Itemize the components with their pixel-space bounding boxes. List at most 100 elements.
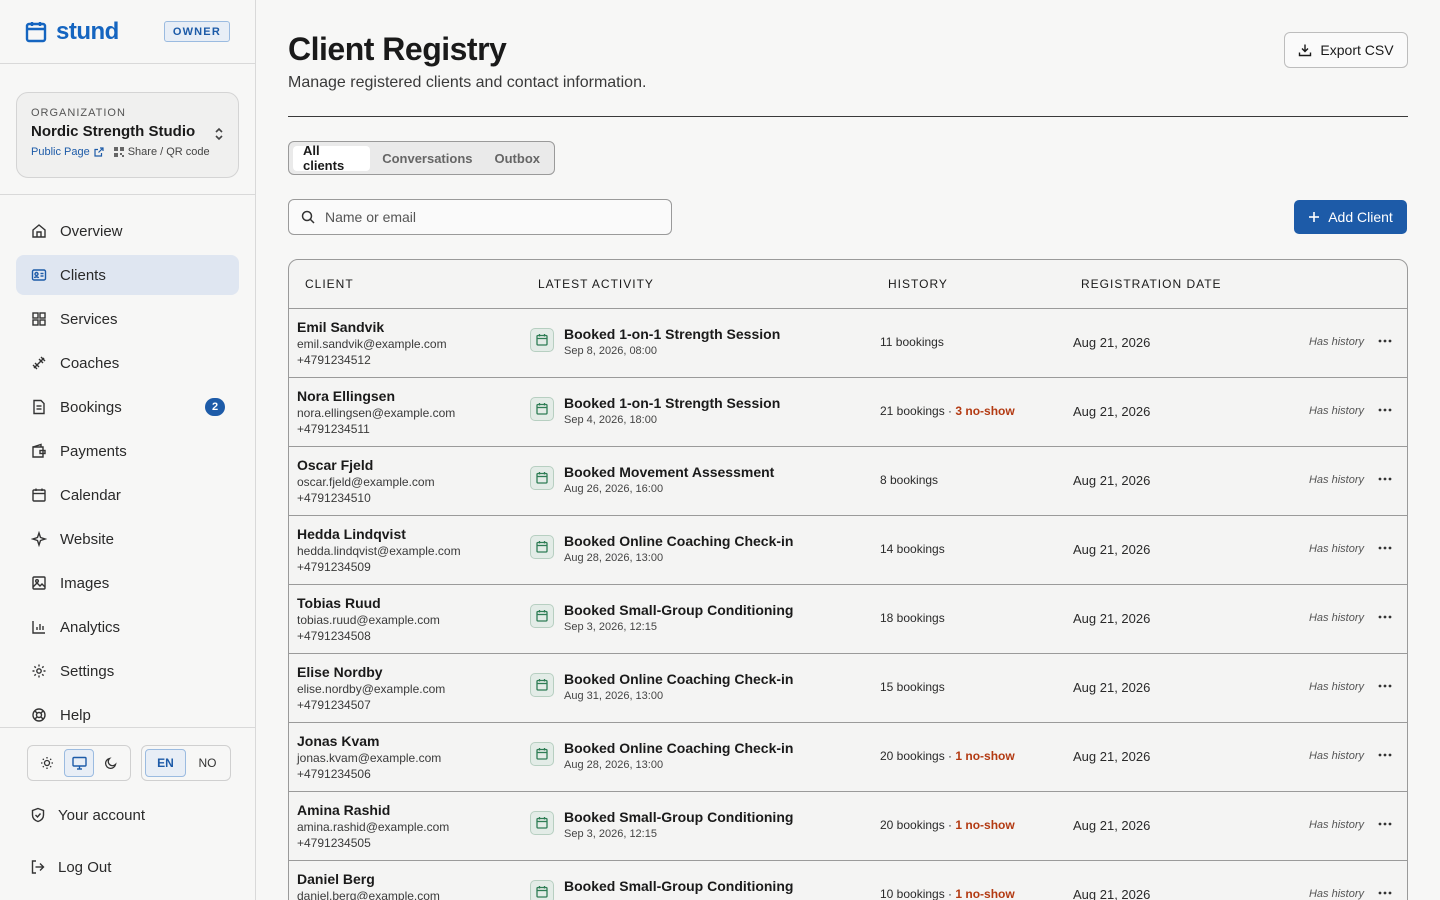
client-name[interactable]: Hedda Lindqvist [297, 526, 461, 542]
client-name[interactable]: Daniel Berg [297, 871, 440, 887]
table-row[interactable]: Hedda Lindqvist hedda.lindqvist@example.c… [289, 516, 1407, 585]
export-csv-button[interactable]: Export CSV [1284, 32, 1408, 68]
sidebar-item-label: Bookings [60, 398, 122, 416]
client-name[interactable]: Emil Sandvik [297, 319, 447, 335]
more-options-icon[interactable] [1375, 469, 1395, 489]
sidebar-nav: Overview Clients Services Coaches Bookin… [0, 195, 255, 735]
more-options-icon[interactable] [1375, 607, 1395, 627]
client-cell: Emil Sandvik emil.sandvik@example.com +479… [297, 319, 447, 367]
col-registration-date[interactable]: REGISTRATION DATE [1081, 277, 1222, 291]
latest-activity-cell: Booked Small-Group Conditioning [564, 878, 793, 897]
client-cell: Elise Nordby elise.nordby@example.com +479… [297, 664, 445, 712]
public-page-link[interactable]: Public Page [31, 146, 104, 158]
log-out-link[interactable]: Log Out [0, 855, 255, 879]
share-qr-link[interactable]: Share / QR code [113, 146, 210, 158]
view-tabs: All clients Conversations Outbox [288, 141, 555, 175]
tab-outbox[interactable]: Outbox [485, 146, 551, 171]
registration-date: Aug 21, 2026 [1073, 542, 1151, 557]
qr-code-icon [113, 147, 124, 157]
table-row[interactable]: Nora Ellingsen nora.ellingsen@example.com… [289, 378, 1407, 447]
sidebar-item-bookings[interactable]: Bookings 2 [16, 387, 239, 427]
sidebar-item-analytics[interactable]: Analytics [16, 607, 239, 647]
more-options-icon[interactable] [1375, 745, 1395, 765]
registration-date: Aug 21, 2026 [1073, 680, 1151, 695]
tab-all-clients[interactable]: All clients [293, 143, 371, 173]
more-options-icon[interactable] [1375, 676, 1395, 696]
client-name[interactable]: Nora Ellingsen [297, 388, 455, 404]
sidebar-item-settings[interactable]: Settings [16, 651, 239, 691]
search-input[interactable] [325, 209, 659, 225]
moon-icon[interactable] [96, 749, 126, 777]
sidebar-item-clients[interactable]: Clients [16, 255, 239, 295]
sidebar-item-calendar[interactable]: Calendar [16, 475, 239, 515]
page-subtitle: Manage registered clients and contact in… [288, 74, 647, 91]
activity-title: Booked Online Coaching Check-in [564, 671, 794, 687]
lang-no-button[interactable]: NO [188, 749, 227, 777]
client-phone: +4791234511 [297, 422, 370, 436]
more-options-icon[interactable] [1375, 331, 1395, 351]
more-options-icon[interactable] [1375, 883, 1395, 900]
sidebar-item-payments[interactable]: Payments [16, 431, 239, 471]
share-label: Share / QR code [127, 146, 210, 158]
table-row[interactable]: Jonas Kvam jonas.kvam@example.com +4791234… [289, 723, 1407, 792]
sidebar-item-overview[interactable]: Overview [16, 211, 239, 251]
lang-en-button[interactable]: EN [145, 749, 186, 777]
client-cell: Tobias Ruud tobias.ruud@example.com +47912… [297, 595, 440, 643]
monitor-icon[interactable] [64, 749, 94, 777]
col-latest-activity[interactable]: LATEST ACTIVITY [538, 277, 654, 291]
sidebar-item-label: Coaches [60, 354, 120, 372]
header-divider [288, 116, 1408, 117]
log-out-icon [31, 860, 45, 874]
latest-activity-cell: Booked Movement Assessment Aug 26, 2026, … [564, 464, 774, 495]
sidebar-item-coaches[interactable]: Coaches [16, 343, 239, 383]
registration-date: Aug 21, 2026 [1073, 611, 1151, 626]
table-row[interactable]: Daniel Berg daniel.berg@example.com Booked… [289, 861, 1407, 900]
more-options-icon[interactable] [1375, 538, 1395, 558]
your-account-link[interactable]: Your account [0, 803, 255, 827]
bar-chart-icon [30, 618, 48, 636]
calendar-icon [530, 466, 554, 490]
client-name[interactable]: Amina Rashid [297, 802, 449, 818]
sparkle-icon [30, 530, 48, 548]
table-row[interactable]: Tobias Ruud tobias.ruud@example.com +47912… [289, 585, 1407, 654]
history-status: Has history [1308, 336, 1364, 348]
client-name[interactable]: Tobias Ruud [297, 595, 440, 611]
table-body: Emil Sandvik emil.sandvik@example.com +479… [289, 309, 1407, 900]
history-cell: 14 bookings [880, 542, 945, 556]
plus-icon [1309, 212, 1320, 222]
table-row[interactable]: Oscar Fjeld oscar.fjeld@example.com +47912… [289, 447, 1407, 516]
sidebar-item-images[interactable]: Images [16, 563, 239, 603]
booking-count: 14 bookings [880, 542, 945, 556]
calendar-icon [530, 328, 554, 352]
image-icon [30, 574, 48, 592]
more-options-icon[interactable] [1375, 814, 1395, 834]
sun-icon[interactable] [32, 749, 62, 777]
history-cell: 10 bookings · 1 no-show [880, 887, 1015, 900]
table-row[interactable]: Emil Sandvik emil.sandvik@example.com +479… [289, 309, 1407, 378]
sidebar-item-services[interactable]: Services [16, 299, 239, 339]
client-cell: Hedda Lindqvist hedda.lindqvist@example.c… [297, 526, 461, 574]
col-client[interactable]: CLIENT [305, 277, 354, 291]
brand-logo[interactable]: stund [24, 18, 119, 46]
tab-conversations[interactable]: Conversations [372, 146, 482, 171]
add-client-button[interactable]: Add Client [1294, 200, 1407, 234]
calendar-icon [530, 811, 554, 835]
external-link-icon [94, 147, 104, 157]
sidebar-item-website[interactable]: Website [16, 519, 239, 559]
table-row[interactable]: Elise Nordby elise.nordby@example.com +479… [289, 654, 1407, 723]
table-row[interactable]: Amina Rashid amina.rashid@example.com +479… [289, 792, 1407, 861]
grid-icon [30, 310, 48, 328]
more-options-icon[interactable] [1375, 400, 1395, 420]
calendar-icon [530, 742, 554, 766]
history-status: Has history [1308, 819, 1364, 831]
col-history[interactable]: HISTORY [888, 277, 948, 291]
client-name[interactable]: Elise Nordby [297, 664, 445, 680]
gear-icon [30, 662, 48, 680]
organization-switcher[interactable]: ORGANIZATION Nordic Strength Studio Publ… [16, 92, 239, 178]
calendar-icon [530, 604, 554, 628]
latest-activity-cell: Booked Small-Group Conditioning Sep 3, 20… [564, 602, 793, 633]
client-name[interactable]: Oscar Fjeld [297, 457, 435, 473]
client-name[interactable]: Jonas Kvam [297, 733, 441, 749]
client-phone: +4791234505 [297, 836, 371, 850]
sidebar-item-label: Help [60, 706, 91, 724]
